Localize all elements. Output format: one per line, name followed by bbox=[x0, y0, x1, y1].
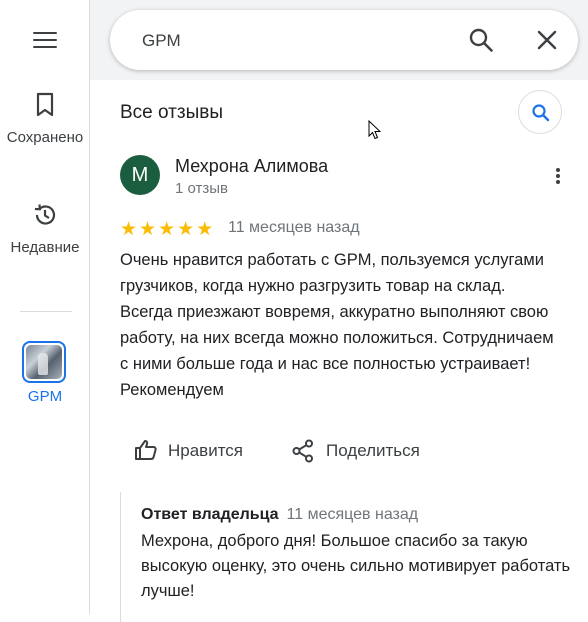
saved-nav[interactable]: Сохранено bbox=[0, 92, 90, 148]
owner-reply-date: 11 месяцев назад bbox=[286, 506, 419, 523]
owner-reply: Ответ владельца 11 месяцев назад Мехрона,… bbox=[120, 492, 580, 622]
history-icon bbox=[34, 204, 56, 225]
star-icon: ★ bbox=[139, 219, 157, 240]
close-icon[interactable] bbox=[534, 27, 560, 53]
share-button[interactable]: Поделиться bbox=[292, 438, 432, 464]
search-reviews-button[interactable] bbox=[518, 90, 562, 134]
section-title: Все отзывы bbox=[120, 102, 223, 123]
search-icon bbox=[532, 104, 550, 122]
rail-divider bbox=[20, 311, 72, 312]
author-reviews-count: 1 отзыв bbox=[175, 180, 229, 197]
owner-reply-text: Мехрона, доброго дня! Большое спасибо за… bbox=[141, 532, 571, 600]
star-icon: ★ bbox=[120, 219, 138, 240]
place-label[interactable]: GPM bbox=[0, 388, 90, 405]
review-text: Очень нравится работать с GPM, пользуемс… bbox=[120, 251, 554, 399]
search-input[interactable] bbox=[140, 28, 444, 54]
recent-label: Недавние bbox=[10, 239, 80, 256]
owner-reply-title: Ответ владельца bbox=[141, 506, 279, 523]
share-icon bbox=[292, 439, 313, 463]
star-icon: ★ bbox=[158, 219, 176, 240]
reviews-panel: Все отзывы М Мехрона Алимова 1 отзыв ★ ★ ★… bbox=[90, 80, 588, 622]
owner-reply-header: Ответ владельца 11 месяцев назад bbox=[141, 506, 418, 524]
search-icon[interactable] bbox=[468, 27, 494, 53]
review-date: 11 месяцев назад bbox=[228, 219, 360, 236]
review-author[interactable]: Мехрона Алимова bbox=[175, 156, 328, 177]
like-button[interactable]: Нравится bbox=[134, 438, 254, 464]
star-icon: ★ bbox=[177, 219, 195, 240]
menu-icon[interactable] bbox=[33, 32, 57, 50]
place-photo bbox=[26, 345, 62, 379]
left-rail: Сохранено Недавние GPM bbox=[0, 0, 90, 614]
search-box bbox=[110, 10, 578, 70]
bookmark-icon bbox=[36, 92, 54, 117]
avatar[interactable]: М bbox=[120, 155, 160, 195]
more-options-icon[interactable] bbox=[548, 168, 568, 188]
star-icon: ★ bbox=[196, 219, 214, 240]
like-label: Нравится bbox=[168, 441, 244, 460]
star-rating: ★ ★ ★ ★ ★ bbox=[120, 218, 215, 240]
saved-label: Сохранено bbox=[6, 129, 84, 146]
share-label: Поделиться bbox=[326, 441, 420, 460]
thumbs-up-icon bbox=[135, 440, 157, 460]
recent-nav[interactable]: Недавние bbox=[0, 202, 90, 258]
mouse-cursor-icon bbox=[368, 120, 382, 140]
place-thumbnail[interactable] bbox=[22, 341, 66, 383]
